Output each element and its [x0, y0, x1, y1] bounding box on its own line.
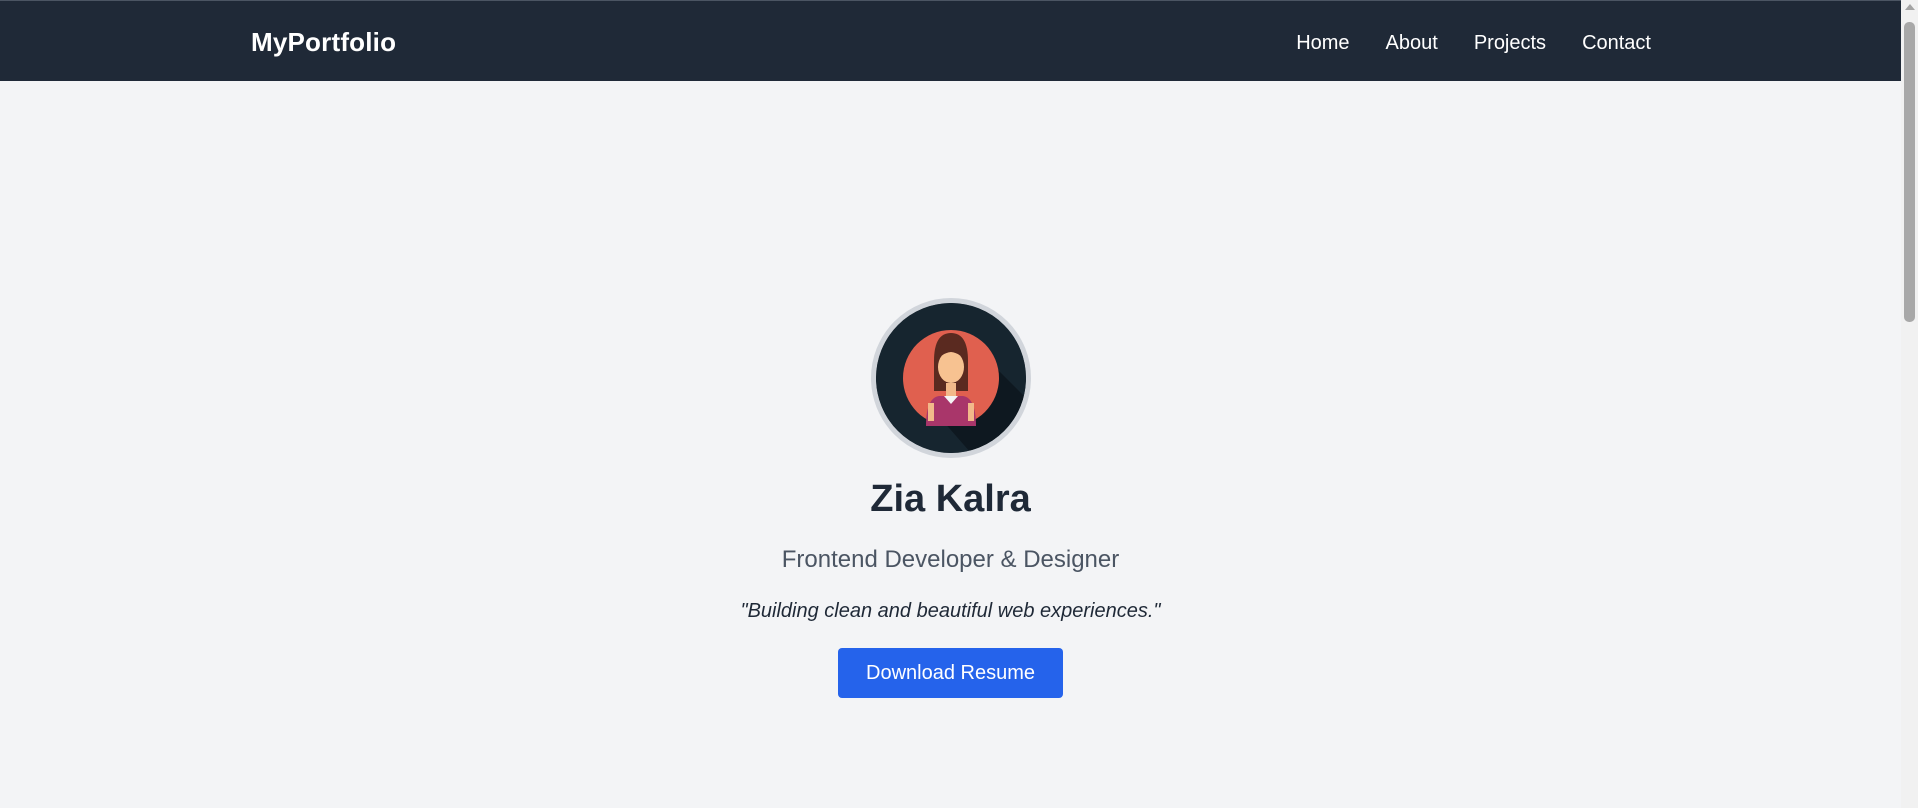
brand-logo[interactable]: MyPortfolio	[251, 27, 396, 58]
page: MyPortfolio Home About Projects Contact	[0, 0, 1918, 808]
nav-link-projects[interactable]: Projects	[1474, 32, 1546, 55]
vertical-scrollbar[interactable]	[1901, 0, 1918, 808]
profile-role: Frontend Developer & Designer	[781, 546, 1120, 573]
nav-link-contact[interactable]: Contact	[1582, 32, 1651, 55]
scrollbar-thumb[interactable]	[1904, 22, 1915, 322]
nav-links: Home About Projects Contact	[1296, 32, 1651, 55]
profile-tagline: "Building clean and beautiful web experi…	[740, 600, 1161, 622]
hero-section: Zia Kalra Frontend Developer & Designer …	[0, 81, 1901, 808]
profile-name: Zia Kalra	[870, 478, 1031, 520]
download-resume-button[interactable]: Download Resume	[838, 648, 1063, 698]
avatar	[871, 298, 1031, 458]
navbar: MyPortfolio Home About Projects Contact	[0, 0, 1901, 81]
nav-link-about[interactable]: About	[1386, 32, 1438, 55]
scroll-up-icon[interactable]	[1905, 4, 1915, 10]
woman-avatar-icon	[876, 303, 1026, 453]
nav-link-home[interactable]: Home	[1296, 32, 1349, 55]
